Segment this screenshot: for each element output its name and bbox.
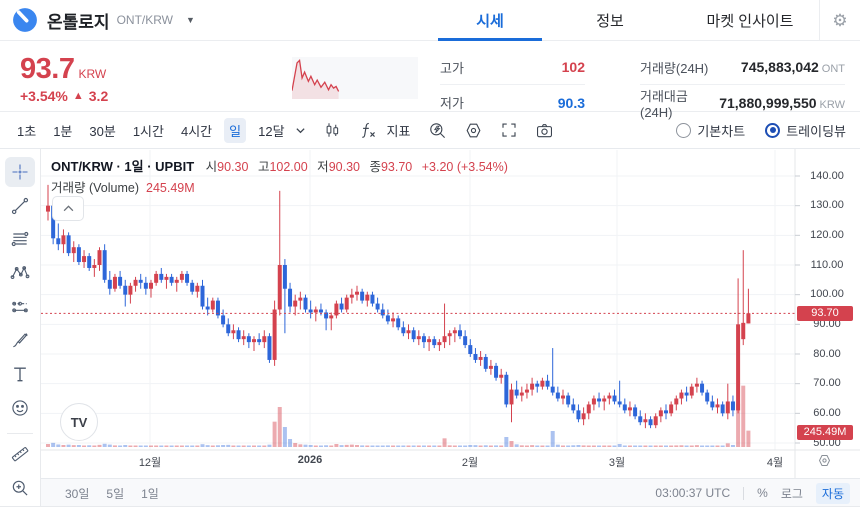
time-tick-3월: 3월: [587, 454, 647, 470]
chart-pane[interactable]: ONT/KRW · 1일 · UPBIT 시90.30 고102.00 저90.…: [41, 149, 860, 478]
coin-pair: ONT/KRW: [117, 13, 173, 27]
timeframe-1분[interactable]: 1분: [48, 118, 77, 143]
price-block: 93.7 KRW +3.54% ▲ 3.2: [20, 53, 108, 104]
chart-type-switch: 기본차트 트레이딩뷰: [676, 121, 846, 140]
legend-symbol: ONT/KRW · 1일 · UPBIT: [51, 159, 194, 174]
current-price: 93.7: [20, 53, 74, 86]
utc-clock[interactable]: 03:00:37 UTC: [655, 486, 730, 500]
chevron-down-icon[interactable]: [295, 125, 306, 136]
divider: [743, 487, 744, 500]
drawing-tools-sidebar: [0, 149, 41, 507]
fullscreen-icon[interactable]: [500, 121, 518, 139]
tab-시세[interactable]: 시세: [430, 0, 550, 41]
volume24h-label: 거래량(24H): [640, 58, 708, 77]
scale-자동[interactable]: 자동: [816, 483, 850, 504]
price-tick-70.00: 70.00: [798, 377, 856, 390]
position-tool-tool-icon[interactable]: [5, 292, 35, 322]
ruler-tool-icon[interactable]: [5, 440, 35, 470]
chevron-down-icon: ▼: [186, 15, 195, 25]
chart-toolbar: 1초 1분 30분 1시간 4시간 일 12달 지표: [0, 112, 860, 149]
volume24h-value: 745,883,042ONT: [741, 59, 845, 75]
mini-sparkline-chart: [292, 57, 418, 99]
price-change: +3.54% ▲ 3.2: [20, 88, 108, 104]
price-tick-130.00: 130.00: [798, 199, 856, 212]
coin-selector[interactable]: 온톨로지 ONT/KRW ▼: [0, 7, 195, 33]
timeframe-12달[interactable]: 12달: [253, 118, 289, 143]
camera-snapshot-icon[interactable]: [535, 122, 554, 139]
tab-마켓 인사이트[interactable]: 마켓 인사이트: [670, 0, 830, 41]
coin-name: 온톨로지: [47, 8, 110, 33]
price-currency: KRW: [78, 67, 106, 81]
price-tick-100.00: 100.00: [798, 288, 856, 301]
top-bar: 온톨로지 ONT/KRW ▼ 시세정보마켓 인사이트 ⚙: [0, 0, 860, 41]
crosshair-tool-icon[interactable]: [5, 157, 35, 187]
radio-circle-icon: [676, 123, 691, 138]
low-value: 90.3: [558, 95, 585, 111]
indicators-fx-icon[interactable]: [358, 121, 378, 139]
time-tick-2월: 2월: [440, 454, 500, 470]
tradingview-logo[interactable]: TV: [60, 403, 98, 441]
price-tick-110.00: 110.00: [798, 259, 856, 272]
time-tick-12월: 12월: [120, 454, 180, 470]
bottom-bar-right: 03:00:37 UTC % 로그 자동: [655, 483, 850, 504]
ontology-logo-icon: [12, 7, 38, 33]
volume-legend: 거래량 (Volume)245.49M: [51, 177, 195, 196]
brush-tool-icon[interactable]: [5, 326, 35, 356]
zoom-in-tool-icon[interactable]: [5, 473, 35, 503]
time-tick-2026: 2026: [280, 454, 340, 466]
range-30일[interactable]: 30일: [65, 485, 89, 502]
price-tick-80.00: 80.00: [798, 348, 856, 361]
scale-%[interactable]: %: [757, 486, 768, 500]
chart-legend: ONT/KRW · 1일 · UPBIT 시90.30 고102.00 저90.…: [51, 156, 514, 175]
price-tick-60.00: 60.00: [798, 407, 856, 420]
current-price-badge: 93.70: [797, 306, 853, 321]
high-value: 102: [562, 59, 585, 75]
range-buttons: 30일 5일 1일: [65, 485, 176, 502]
scale-buttons: % 로그 자동: [757, 483, 850, 504]
timeframe-4시간[interactable]: 4시간: [176, 118, 217, 143]
current-volume-badge: 245.49M: [797, 425, 853, 440]
text-tool-icon[interactable]: [5, 359, 35, 389]
price-tick-120.00: 120.00: [798, 229, 856, 242]
range-1일[interactable]: 1일: [141, 485, 159, 502]
market-info-strip: 93.7 KRW +3.54% ▲ 3.2 고가 102 저가 90.3 거래량…: [0, 41, 860, 112]
price-scale-settings-icon[interactable]: [817, 453, 832, 473]
candle-style-icon[interactable]: [323, 121, 341, 139]
up-arrow-icon: ▲: [73, 90, 84, 102]
timeframe-30분[interactable]: 30분: [84, 118, 120, 143]
radio-기본차트[interactable]: 기본차트: [676, 121, 745, 140]
fib-retracement-tool-icon[interactable]: [5, 224, 35, 254]
collapse-legend-button[interactable]: [52, 196, 84, 221]
amount24h-value: 71,880,999,550KRW: [719, 95, 845, 111]
timeframe-일[interactable]: 일: [224, 118, 246, 143]
bottom-bar: 30일 5일 1일 03:00:37 UTC % 로그 자동: [0, 478, 860, 507]
range-5일[interactable]: 5일: [106, 485, 124, 502]
price-tick-140.00: 140.00: [798, 170, 856, 183]
timeframe-buttons: 1초 1분 30분 1시간 4시간 일 12달: [12, 118, 297, 143]
divider: [7, 433, 33, 434]
scale-로그[interactable]: 로그: [781, 485, 803, 502]
hexagon-settings-icon[interactable]: [464, 121, 483, 140]
topbar-right: ⚙: [819, 0, 860, 41]
timeframe-1초[interactable]: 1초: [12, 118, 41, 143]
emoji-tool-icon[interactable]: [5, 393, 35, 423]
pattern-search-icon[interactable]: [428, 121, 447, 140]
settings-gear-icon[interactable]: ⚙: [820, 11, 860, 31]
timeframe-1시간[interactable]: 1시간: [128, 118, 169, 143]
radio-circle-icon: [765, 123, 780, 138]
tab-bar: 시세정보마켓 인사이트: [430, 0, 830, 41]
time-tick-4월: 4월: [745, 454, 805, 470]
radio-트레이딩뷰[interactable]: 트레이딩뷰: [765, 121, 846, 140]
trend-line-tool-icon[interactable]: [5, 191, 35, 221]
candlestick-chart[interactable]: [41, 149, 860, 478]
high-label: 고가: [440, 58, 464, 77]
tab-정보[interactable]: 정보: [550, 0, 670, 41]
low-label: 저가: [440, 93, 464, 112]
trading-app: 온톨로지 ONT/KRW ▼ 시세정보마켓 인사이트 ⚙ 93.7 KRW +3…: [0, 0, 860, 507]
xabcd-pattern-tool-icon[interactable]: [5, 258, 35, 288]
indicators-label[interactable]: 지표: [387, 121, 411, 140]
